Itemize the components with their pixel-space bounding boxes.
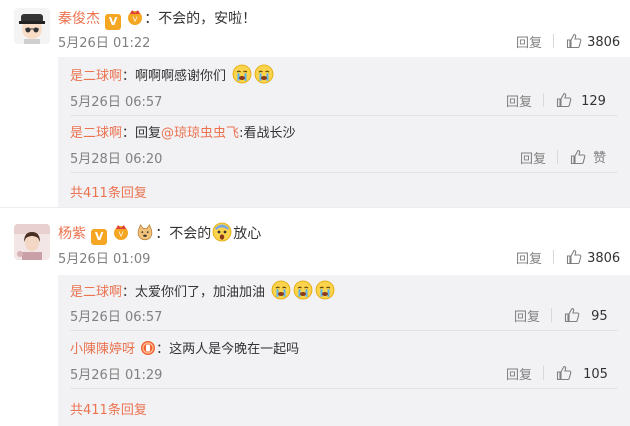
like-button[interactable]: 3806 [566,31,620,50]
comment-header: 杨紫 V V ：不会的 放心 [58,222,262,245]
reply-separator: ： [156,342,170,357]
vip-crown-icon: V [126,9,144,25]
reply-button[interactable]: 回复 [516,32,542,51]
reply-button[interactable]: 回复 [506,364,532,383]
view-all-replies-link[interactable]: 共411条回复 [70,399,147,418]
comment-timestamp: 5月26日 01:09 [58,252,151,267]
thumbs-up-icon [566,249,582,265]
action-divider [557,150,558,164]
crying-emoji-icon [232,64,252,84]
like-count: 3806 [587,251,621,266]
action-divider [553,34,554,48]
comment-text-after: 放心 [233,226,262,242]
reply-timestamp: 5月26日 06:57 [70,310,163,325]
thumbs-up-icon [570,149,586,165]
comment-separator: ： [144,11,159,27]
reply-text: :看战长沙 [239,126,296,141]
like-button[interactable]: 129 [556,90,606,109]
reply-text: 这两人是今晚在一起吗 [169,342,300,357]
like-count: 3806 [587,35,621,50]
like-button[interactable]: 105 [556,363,608,382]
doge-emoji-icon [138,224,153,241]
crying-emoji-icon [293,280,313,300]
like-button[interactable]: 赞 [570,147,606,166]
comment-text: 不会的 [169,226,212,242]
scared-emoji-icon [212,222,232,242]
reply-divider [70,115,618,116]
reply-timestamp: 5月26日 06:57 [70,95,163,110]
like-count: 95 [591,309,608,324]
reply-separator: ： [122,69,136,84]
reply-separator: ： [122,285,136,300]
action-divider [543,366,544,380]
like-button[interactable]: 3806 [566,247,620,266]
crying-emoji-icon [254,64,274,84]
like-count: 129 [581,94,606,109]
view-all-replies-link[interactable]: 共411条回复 [70,182,147,201]
thread-divider [0,207,630,208]
reply-button[interactable]: 回复 [514,306,540,325]
reply-item: 是二球啊：啊啊啊感谢你们 [70,64,275,86]
verified-v-icon: V [105,14,122,30]
action-divider [543,93,544,107]
action-divider [553,250,554,264]
reply-button[interactable]: 回复 [520,148,546,167]
action-divider [551,308,552,322]
reply-timestamp: 5月28日 06:20 [70,152,163,167]
reply-item: 是二球啊：回复@琼琼虫虫飞:看战长沙 [70,122,295,142]
comment-separator: ： [155,226,170,242]
reply-author[interactable]: 是二球啊 [70,285,122,300]
reply-author[interactable]: 是二球啊 [70,69,122,84]
reply-author[interactable]: 小陳陳婷呀 [70,342,135,357]
like-count: 105 [583,367,608,382]
mention-link[interactable]: @琼琼虫虫飞 [161,126,239,141]
reply-divider [70,388,618,389]
reply-button[interactable]: 回复 [506,91,532,110]
avatar-qinjunjie[interactable] [14,8,50,44]
crying-emoji-icon [271,280,291,300]
svg-text:V: V [133,16,138,24]
like-label: 赞 [593,151,607,166]
avatar-yangzi[interactable] [14,224,50,260]
vip-crown-icon: V [112,224,130,240]
thumbs-up-icon [556,365,572,381]
fan-badge-icon [141,341,156,355]
verified-v-icon: V [91,229,108,245]
reply-divider [70,172,618,173]
svg-text:V: V [119,231,124,239]
reply-button[interactable]: 回复 [516,248,542,267]
reply-text: 太爱你们了，加油加油 [135,285,266,300]
reply-separator: ： [122,126,136,141]
thumbs-up-icon [564,307,580,323]
like-button[interactable]: 95 [564,305,608,324]
reply-item: 小陳陳婷呀 ：这两人是今晚在一起吗 [70,338,299,358]
comment-timestamp: 5月26日 01:22 [58,36,151,51]
thumbs-up-icon [566,33,582,49]
reply-author[interactable]: 是二球啊 [70,126,122,141]
comment-author[interactable]: 秦俊杰 [58,11,100,27]
reply-item: 是二球啊：太爱你们了，加油加油 [70,280,336,302]
reply-divider [70,330,618,331]
crying-emoji-icon [315,280,335,300]
comment-header: 秦俊杰 V V ：不会的，安啦！ [58,8,257,30]
reply-text: 啊啊啊感谢你们 [135,69,227,84]
thumbs-up-icon [556,92,572,108]
reply-prefix: 回复 [135,126,162,141]
reply-timestamp: 5月26日 01:29 [70,368,163,383]
comment-text: 不会的，安啦！ [158,11,257,27]
comment-author[interactable]: 杨紫 [58,226,86,242]
